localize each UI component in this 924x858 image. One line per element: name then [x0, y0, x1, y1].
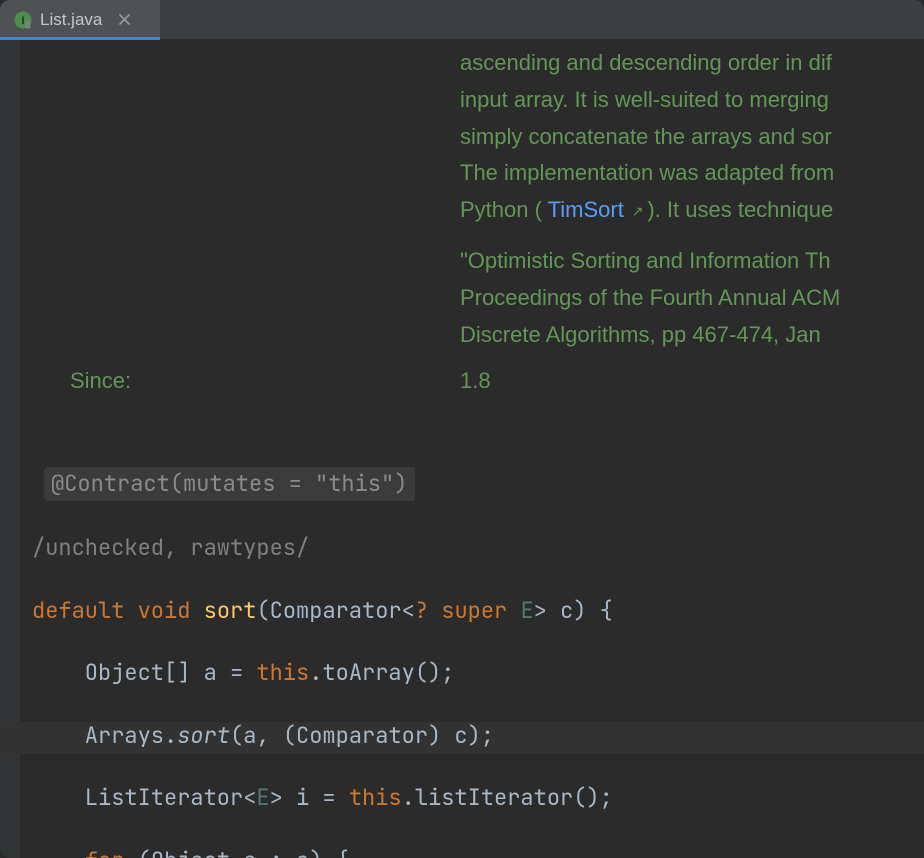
javadoc-line: input array. It is well-suited to mergin… — [460, 85, 912, 116]
svg-text:I: I — [21, 15, 24, 27]
javadoc-line: The implementation was adapted from — [460, 158, 912, 189]
external-link-icon: ↗ — [628, 203, 648, 219]
inlay-annotation: @Contract(mutates = "this") — [44, 467, 415, 501]
close-icon[interactable] — [116, 12, 132, 28]
ide-window: I List.java ascending and descending ord… — [0, 0, 924, 858]
folded-suppress[interactable]: /unchecked, rawtypes/ — [32, 533, 309, 562]
javadoc-line: Python ( TimSort ↗ ). It uses technique — [460, 195, 912, 226]
method-name: sort — [204, 596, 257, 625]
tab-list-java[interactable]: I List.java — [0, 0, 160, 39]
interface-icon: I — [14, 11, 32, 29]
javadoc-link-timsort[interactable]: TimSort — [548, 197, 624, 222]
javadoc-line: simply concatenate the arrays and sor — [460, 122, 912, 153]
javadoc-line: ascending and descending order in dif — [460, 48, 912, 79]
javadoc-line: "Optimistic Sorting and Information Th — [460, 246, 912, 277]
code-block[interactable]: @Contract(mutates = "this") /unchecked, … — [32, 342, 924, 858]
editor-area[interactable]: ascending and descending order in dif in… — [0, 40, 924, 858]
tab-label: List.java — [40, 10, 102, 30]
javadoc-line: Proceedings of the Fourth Annual ACM — [460, 283, 912, 314]
tab-bar: I List.java — [0, 0, 924, 40]
